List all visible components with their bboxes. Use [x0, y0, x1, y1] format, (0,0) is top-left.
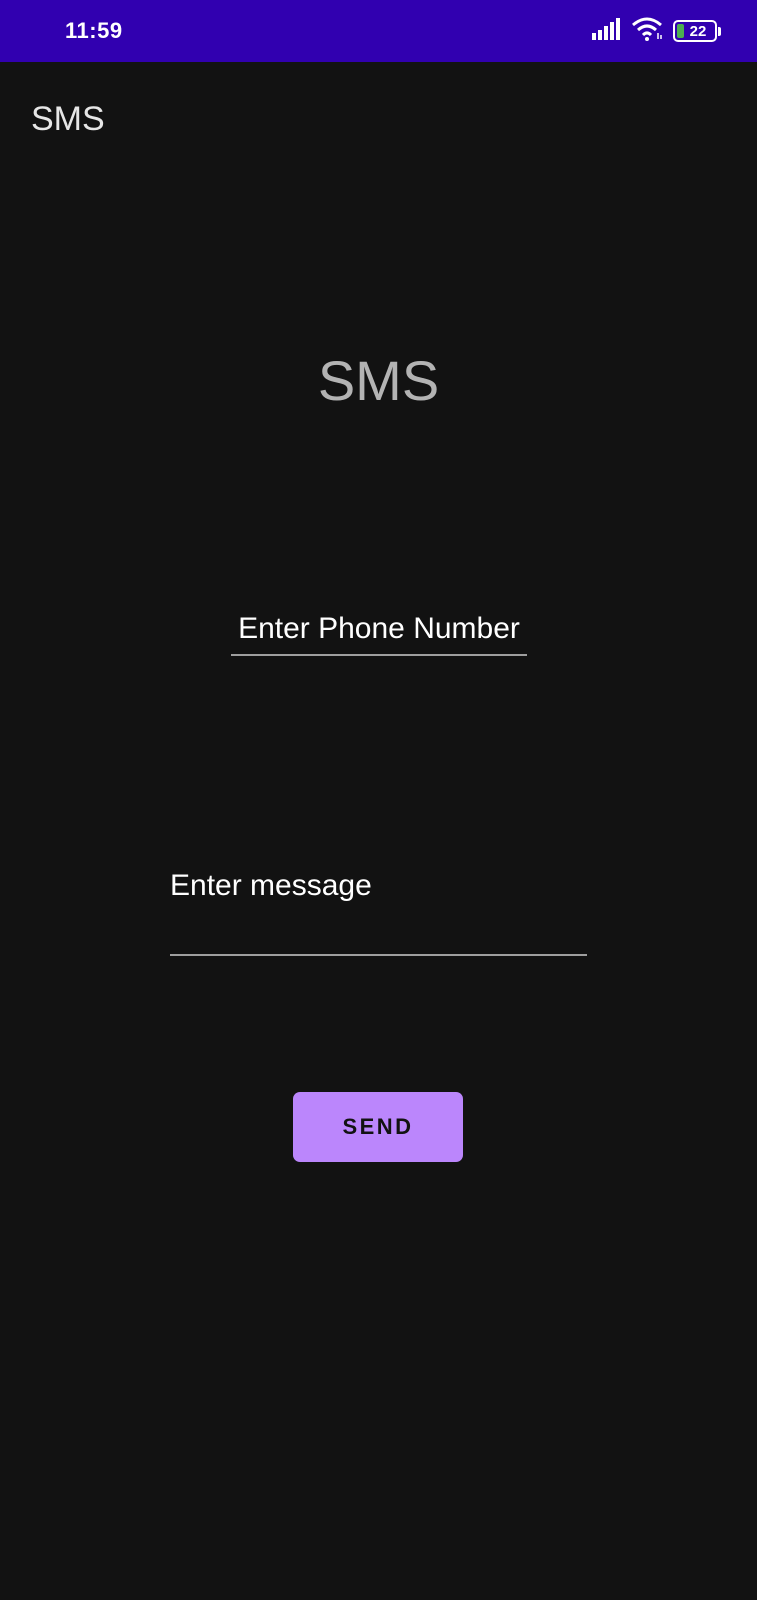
battery-fill: [677, 24, 684, 38]
page-heading: SMS: [317, 349, 440, 412]
status-bar: 11:59 22: [0, 0, 757, 62]
status-icons: 22: [591, 17, 721, 46]
phone-field[interactable]: [231, 604, 527, 656]
battery-level: 22: [689, 22, 707, 40]
battery-tip: [718, 26, 721, 36]
status-clock: 11:59: [65, 18, 123, 43]
wifi-icon: [631, 17, 663, 46]
signal-icon: [591, 17, 621, 45]
battery-icon: 22: [673, 20, 721, 42]
message-input[interactable]: [170, 862, 587, 910]
app-title: SMS: [31, 100, 105, 138]
battery-body: 22: [673, 20, 717, 42]
send-button[interactable]: SEND: [293, 1092, 463, 1162]
phone-number-input[interactable]: [231, 604, 527, 654]
app-bar: SMS: [0, 62, 757, 174]
message-field[interactable]: [170, 862, 587, 956]
